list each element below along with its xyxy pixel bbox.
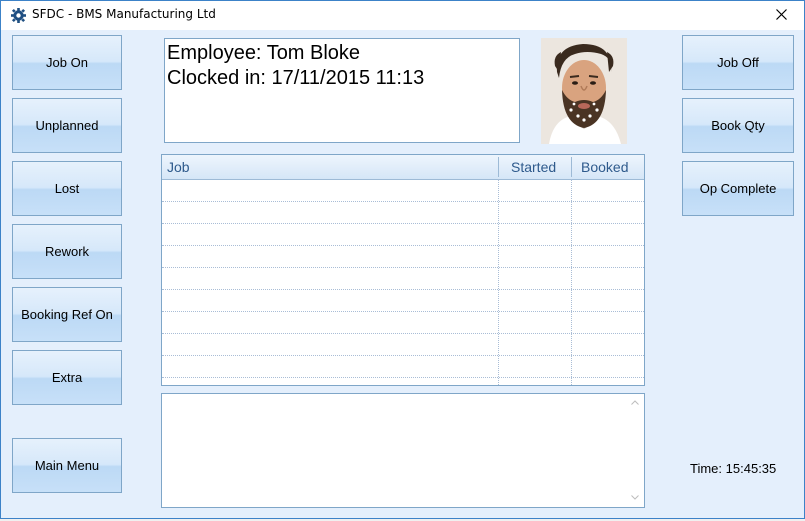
close-button[interactable] xyxy=(758,1,804,30)
column-header-job[interactable]: Job xyxy=(167,155,190,179)
column-header-started[interactable]: Started xyxy=(511,155,556,179)
clocked-in-time: Clocked in: 17/11/2015 11:13 xyxy=(167,67,425,89)
job-on-button[interactable]: Job On xyxy=(12,35,122,90)
column-divider[interactable] xyxy=(498,157,499,177)
rework-label: Rework xyxy=(44,244,90,259)
gear-icon xyxy=(10,7,27,24)
booking-ref-on-button[interactable]: Booking Ref On xyxy=(12,287,122,342)
main-menu-label: Main Menu xyxy=(34,458,100,473)
book-qty-button[interactable]: Book Qty xyxy=(682,98,794,153)
booking-ref-on-label: Booking Ref On xyxy=(21,307,113,322)
job-grid[interactable]: Job Started Booked xyxy=(161,154,645,386)
extra-button[interactable]: Extra xyxy=(12,350,122,405)
client-area: Job On Unplanned Lost Rework Booking Ref… xyxy=(1,30,804,518)
clock-display: Time: 15:45:35 xyxy=(690,461,776,476)
employee-photo xyxy=(541,38,627,144)
close-icon xyxy=(775,7,787,25)
lost-button[interactable]: Lost xyxy=(12,161,122,216)
lost-label: Lost xyxy=(54,181,80,196)
rework-button[interactable]: Rework xyxy=(12,224,122,279)
op-complete-label: Op Complete xyxy=(699,181,777,196)
main-menu-button[interactable]: Main Menu xyxy=(12,438,122,493)
time-value: 15:45:35 xyxy=(725,461,777,476)
unplanned-button[interactable]: Unplanned xyxy=(12,98,122,153)
scroll-up-icon[interactable] xyxy=(631,399,639,407)
job-off-button[interactable]: Job Off xyxy=(682,35,794,90)
job-off-label: Job Off xyxy=(717,55,759,70)
grid-header: Job Started Booked xyxy=(162,155,644,180)
window-title: SFDC - BMS Manufacturing Ltd xyxy=(32,7,216,21)
column-gridline xyxy=(498,179,499,385)
book-qty-label: Book Qty xyxy=(711,118,765,133)
column-divider[interactable] xyxy=(571,157,572,177)
extra-label: Extra xyxy=(51,370,83,385)
time-label: Time: xyxy=(690,461,723,476)
notes-scrollbar[interactable] xyxy=(627,394,644,507)
employee-name: Employee: Tom Bloke xyxy=(167,42,361,64)
op-complete-button[interactable]: Op Complete xyxy=(682,161,794,216)
column-gridline xyxy=(571,179,572,385)
unplanned-label: Unplanned xyxy=(35,118,99,133)
job-on-label: Job On xyxy=(46,55,88,70)
main-window: SFDC - BMS Manufacturing Ltd Job On Unpl… xyxy=(0,0,805,519)
employee-info-panel: Employee: Tom Bloke Clocked in: 17/11/20… xyxy=(164,38,520,143)
title-bar[interactable]: SFDC - BMS Manufacturing Ltd xyxy=(1,1,804,30)
column-header-booked[interactable]: Booked xyxy=(581,155,628,179)
scroll-down-icon[interactable] xyxy=(631,494,639,502)
notes-textarea[interactable] xyxy=(161,393,645,508)
